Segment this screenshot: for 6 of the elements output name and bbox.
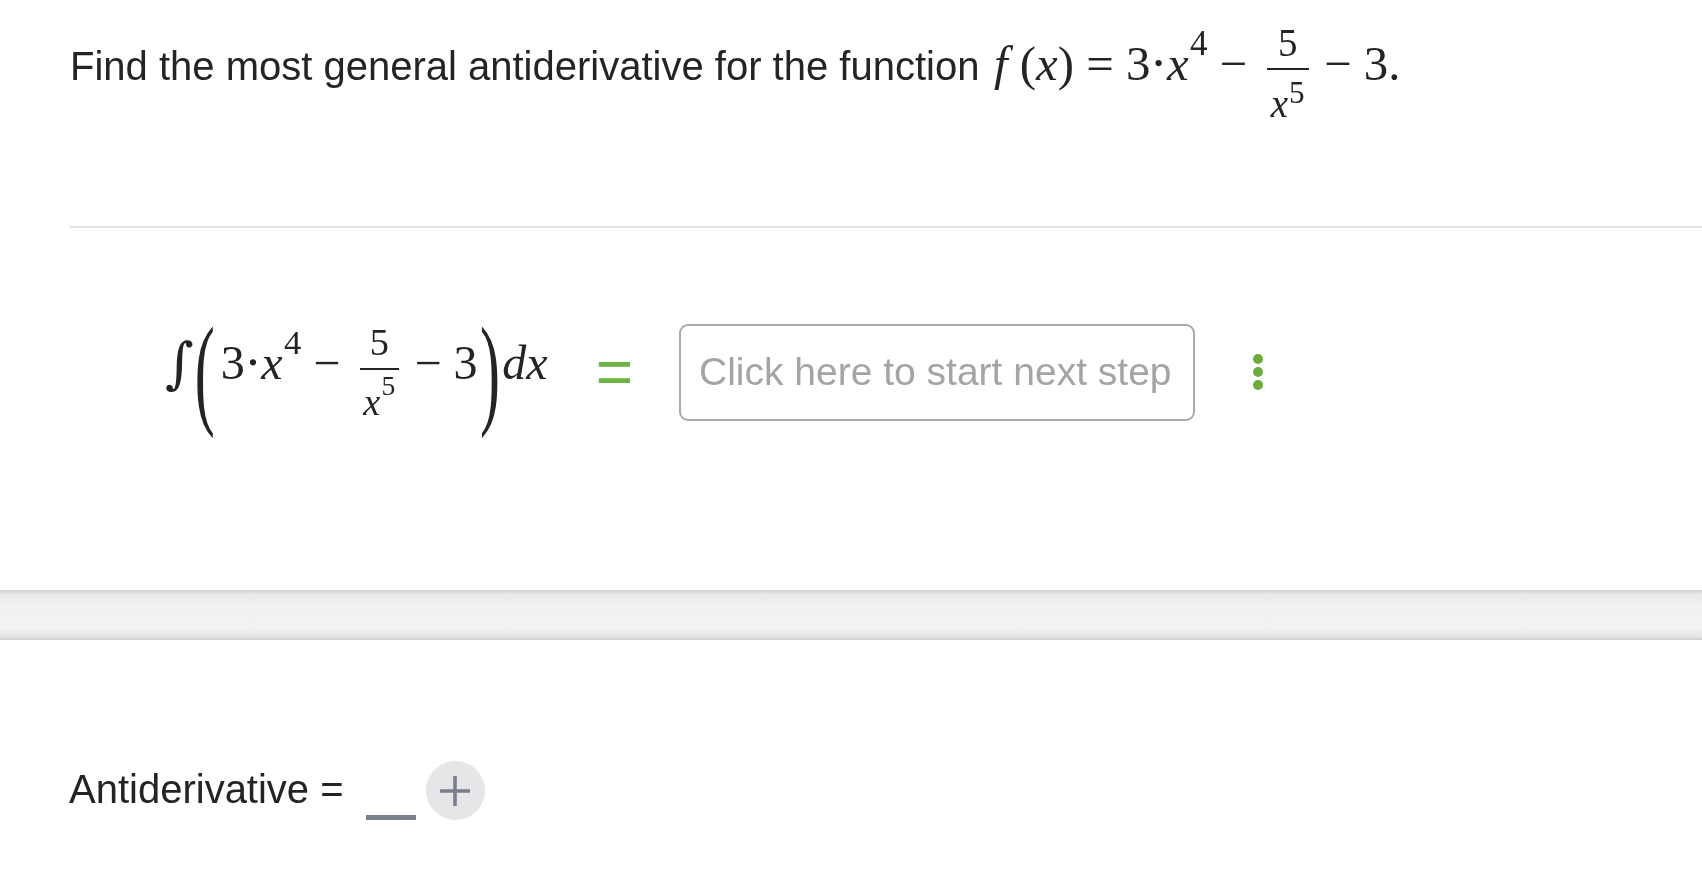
- answer-label: Antiderivative =: [69, 765, 344, 812]
- step-input-field[interactable]: Click here to start next step: [679, 323, 1195, 421]
- plus-icon: [440, 775, 471, 806]
- vertical-dots-icon[interactable]: [1253, 354, 1263, 391]
- equals-sign: =: [595, 340, 633, 405]
- question-text: Find the most general antiderivative for the function f (x) = 3⋅x$^{4}$ − 5 x$^{5}$ − 3.: [70, 22, 1401, 124]
